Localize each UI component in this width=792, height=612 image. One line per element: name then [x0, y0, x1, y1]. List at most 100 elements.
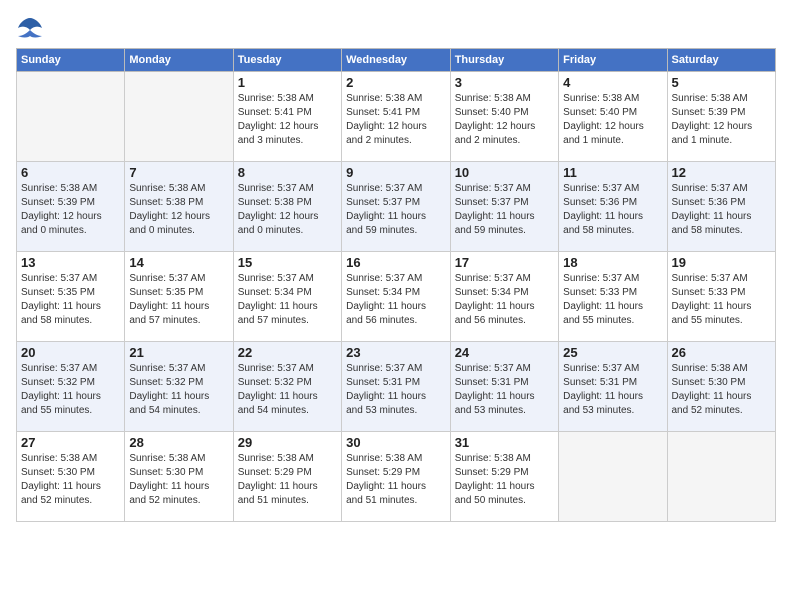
day-info: Sunrise: 5:37 AMSunset: 5:34 PMDaylight:… [455, 272, 554, 328]
weekday-header-sunday: Sunday [17, 49, 125, 72]
calendar-cell: 21 Sunrise: 5:37 AMSunset: 5:32 PMDayligh… [125, 342, 233, 432]
day-number: 31 [455, 435, 554, 450]
weekday-header-thursday: Thursday [450, 49, 558, 72]
calendar-cell: 23 Sunrise: 5:37 AMSunset: 5:31 PMDayligh… [342, 342, 451, 432]
day-info: Sunrise: 5:38 AMSunset: 5:39 PMDaylight:… [21, 182, 120, 238]
day-info: Sunrise: 5:38 AMSunset: 5:30 PMDaylight:… [672, 362, 772, 418]
day-info: Sunrise: 5:38 AMSunset: 5:29 PMDaylight:… [238, 452, 337, 508]
weekday-header-tuesday: Tuesday [233, 49, 341, 72]
calendar-cell: 2 Sunrise: 5:38 AMSunset: 5:41 PMDaylight… [342, 72, 451, 162]
day-number: 4 [563, 75, 662, 90]
day-number: 14 [129, 255, 228, 270]
calendar-cell: 25 Sunrise: 5:37 AMSunset: 5:31 PMDayligh… [559, 342, 667, 432]
calendar-cell: 3Sunrise: 5:38 AMSunset: 5:40 PMDaylight… [450, 72, 558, 162]
calendar-cell: 10 Sunrise: 5:37 AMSunset: 5:37 PMDayligh… [450, 162, 558, 252]
day-number: 20 [21, 345, 120, 360]
day-info: Sunrise: 5:38 AMSunset: 5:29 PMDaylight:… [455, 452, 554, 508]
logo [16, 16, 48, 40]
day-number: 23 [346, 345, 446, 360]
calendar-cell: 11Sunrise: 5:37 AMSunset: 5:36 PMDayligh… [559, 162, 667, 252]
calendar-body: 1 Sunrise: 5:38 AMSunset: 5:41 PMDaylight… [17, 72, 776, 522]
calendar-cell: 13 Sunrise: 5:37 AMSunset: 5:35 PMDayligh… [17, 252, 125, 342]
day-number: 27 [21, 435, 120, 450]
day-number: 6 [21, 165, 120, 180]
day-info: Sunrise: 5:38 AMSunset: 5:41 PMDaylight:… [238, 92, 337, 148]
day-number: 28 [129, 435, 228, 450]
calendar-cell: 19 Sunrise: 5:37 AMSunset: 5:33 PMDayligh… [667, 252, 776, 342]
day-info: Sunrise: 5:38 AMSunset: 5:40 PMDaylight:… [563, 92, 662, 148]
calendar-cell [667, 432, 776, 522]
day-info: Sunrise: 5:37 AMSunset: 5:37 PMDaylight:… [455, 182, 554, 238]
calendar-cell: 15Sunrise: 5:37 AMSunset: 5:34 PMDayligh… [233, 252, 341, 342]
day-info: Sunrise: 5:37 AMSunset: 5:35 PMDaylight:… [21, 272, 120, 328]
calendar-cell: 8 Sunrise: 5:37 AMSunset: 5:38 PMDaylight… [233, 162, 341, 252]
day-number: 18 [563, 255, 662, 270]
weekday-header-friday: Friday [559, 49, 667, 72]
day-info: Sunrise: 5:38 AMSunset: 5:38 PMDaylight:… [129, 182, 228, 238]
calendar-cell [17, 72, 125, 162]
day-number: 3 [455, 75, 554, 90]
day-info: Sunrise: 5:37 AMSunset: 5:38 PMDaylight:… [238, 182, 337, 238]
day-info: Sunrise: 5:38 AMSunset: 5:30 PMDaylight:… [21, 452, 120, 508]
page-header [16, 16, 776, 40]
day-info: Sunrise: 5:38 AMSunset: 5:41 PMDaylight:… [346, 92, 446, 148]
day-info: Sunrise: 5:37 AMSunset: 5:36 PMDaylight:… [563, 182, 662, 238]
calendar-week-row: 20 Sunrise: 5:37 AMSunset: 5:32 PMDayligh… [17, 342, 776, 432]
calendar-cell: 24 Sunrise: 5:37 AMSunset: 5:31 PMDayligh… [450, 342, 558, 432]
calendar-cell: 6 Sunrise: 5:38 AMSunset: 5:39 PMDaylight… [17, 162, 125, 252]
calendar-week-row: 27 Sunrise: 5:38 AMSunset: 5:30 PMDayligh… [17, 432, 776, 522]
calendar-cell: 12 Sunrise: 5:37 AMSunset: 5:36 PMDayligh… [667, 162, 776, 252]
day-number: 19 [672, 255, 772, 270]
calendar-cell: 27 Sunrise: 5:38 AMSunset: 5:30 PMDayligh… [17, 432, 125, 522]
logo-icon [16, 16, 44, 40]
weekday-header-wednesday: Wednesday [342, 49, 451, 72]
day-number: 1 [238, 75, 337, 90]
calendar-cell: 29 Sunrise: 5:38 AMSunset: 5:29 PMDayligh… [233, 432, 341, 522]
weekday-header-monday: Monday [125, 49, 233, 72]
day-info: Sunrise: 5:37 AMSunset: 5:33 PMDaylight:… [563, 272, 662, 328]
calendar-table: SundayMondayTuesdayWednesdayThursdayFrid… [16, 48, 776, 522]
day-info: Sunrise: 5:37 AMSunset: 5:32 PMDaylight:… [238, 362, 337, 418]
day-info: Sunrise: 5:37 AMSunset: 5:34 PMDaylight:… [346, 272, 446, 328]
calendar-week-row: 13 Sunrise: 5:37 AMSunset: 5:35 PMDayligh… [17, 252, 776, 342]
day-number: 17 [455, 255, 554, 270]
day-number: 29 [238, 435, 337, 450]
day-number: 15 [238, 255, 337, 270]
day-number: 22 [238, 345, 337, 360]
calendar-cell: 31 Sunrise: 5:38 AMSunset: 5:29 PMDayligh… [450, 432, 558, 522]
day-number: 12 [672, 165, 772, 180]
day-info: Sunrise: 5:37 AMSunset: 5:36 PMDaylight:… [672, 182, 772, 238]
day-info: Sunrise: 5:37 AMSunset: 5:33 PMDaylight:… [672, 272, 772, 328]
calendar-cell: 14 Sunrise: 5:37 AMSunset: 5:35 PMDayligh… [125, 252, 233, 342]
calendar-cell: 16Sunrise: 5:37 AMSunset: 5:34 PMDayligh… [342, 252, 451, 342]
calendar-cell: 9Sunrise: 5:37 AMSunset: 5:37 PMDaylight… [342, 162, 451, 252]
day-info: Sunrise: 5:37 AMSunset: 5:32 PMDaylight:… [129, 362, 228, 418]
day-info: Sunrise: 5:38 AMSunset: 5:30 PMDaylight:… [129, 452, 228, 508]
day-info: Sunrise: 5:38 AMSunset: 5:39 PMDaylight:… [672, 92, 772, 148]
day-info: Sunrise: 5:37 AMSunset: 5:31 PMDaylight:… [346, 362, 446, 418]
weekday-header-saturday: Saturday [667, 49, 776, 72]
day-number: 24 [455, 345, 554, 360]
day-number: 25 [563, 345, 662, 360]
calendar-cell: 30Sunrise: 5:38 AMSunset: 5:29 PMDayligh… [342, 432, 451, 522]
day-info: Sunrise: 5:37 AMSunset: 5:32 PMDaylight:… [21, 362, 120, 418]
day-number: 8 [238, 165, 337, 180]
calendar-cell: 17 Sunrise: 5:37 AMSunset: 5:34 PMDayligh… [450, 252, 558, 342]
day-number: 10 [455, 165, 554, 180]
calendar-week-row: 1 Sunrise: 5:38 AMSunset: 5:41 PMDaylight… [17, 72, 776, 162]
day-info: Sunrise: 5:37 AMSunset: 5:31 PMDaylight:… [455, 362, 554, 418]
day-info: Sunrise: 5:37 AMSunset: 5:31 PMDaylight:… [563, 362, 662, 418]
calendar-cell: 4 Sunrise: 5:38 AMSunset: 5:40 PMDaylight… [559, 72, 667, 162]
day-number: 21 [129, 345, 228, 360]
calendar-cell: 1 Sunrise: 5:38 AMSunset: 5:41 PMDaylight… [233, 72, 341, 162]
weekday-header-row: SundayMondayTuesdayWednesdayThursdayFrid… [17, 49, 776, 72]
day-number: 2 [346, 75, 446, 90]
day-info: Sunrise: 5:37 AMSunset: 5:35 PMDaylight:… [129, 272, 228, 328]
day-info: Sunrise: 5:37 AMSunset: 5:37 PMDaylight:… [346, 182, 446, 238]
calendar-cell: 18 Sunrise: 5:37 AMSunset: 5:33 PMDayligh… [559, 252, 667, 342]
calendar-cell [559, 432, 667, 522]
day-number: 13 [21, 255, 120, 270]
calendar-cell: 7 Sunrise: 5:38 AMSunset: 5:38 PMDaylight… [125, 162, 233, 252]
calendar-cell: 5Sunrise: 5:38 AMSunset: 5:39 PMDaylight… [667, 72, 776, 162]
day-number: 7 [129, 165, 228, 180]
